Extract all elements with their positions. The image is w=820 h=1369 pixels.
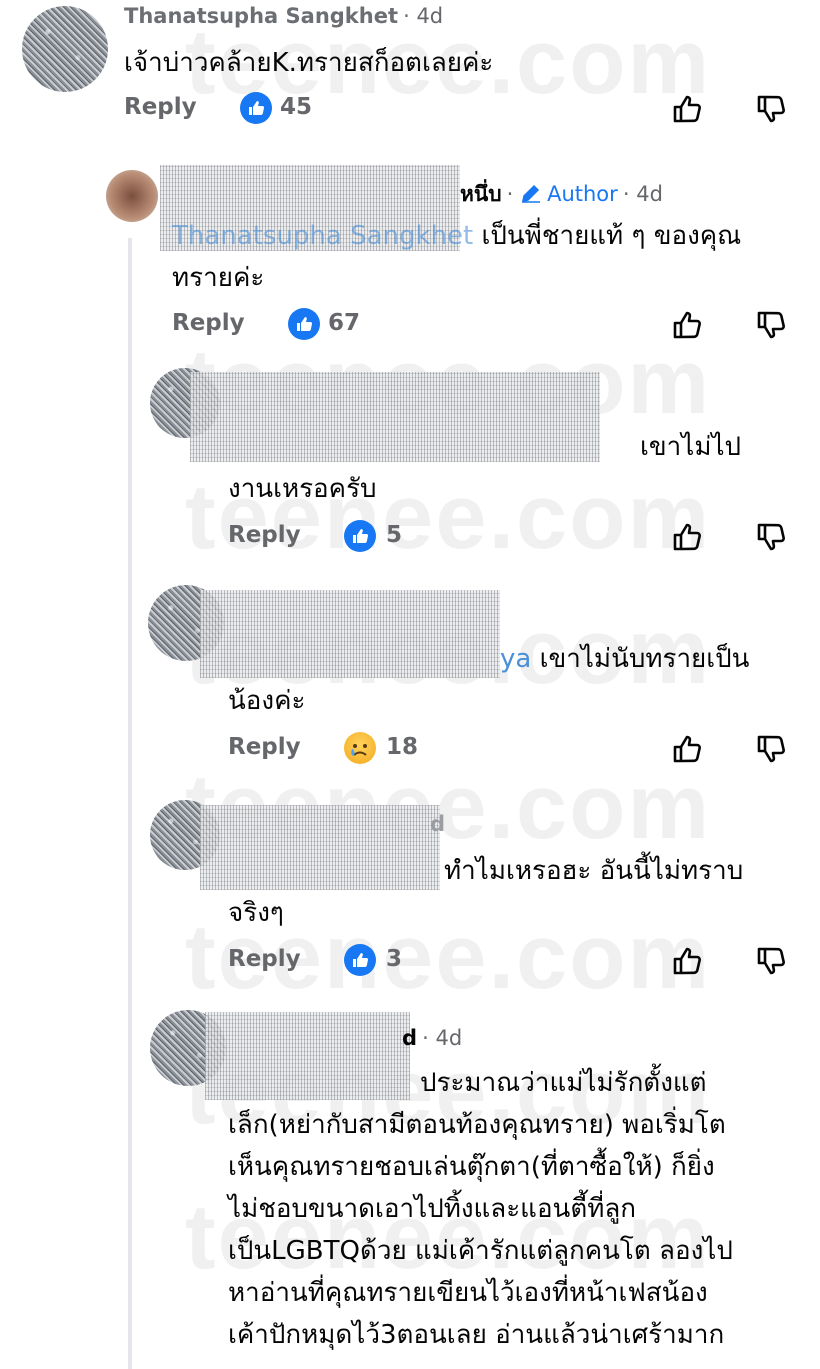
thumbs-up-icon	[240, 92, 272, 124]
reaction-count: 45	[280, 94, 313, 120]
downvote-icon[interactable]	[754, 92, 788, 126]
comment-text: เล็ก(หย่ากับสามีตอนท้องคุณทราย) พอเริ่มโ…	[228, 1110, 726, 1140]
thumbs-up-icon	[288, 308, 320, 340]
avatar[interactable]	[106, 170, 158, 222]
downvote-icon[interactable]	[754, 520, 788, 554]
comment-text: ไม่ชอบขนาดเอาไปทิ้งและแอนตี้ที่ลูก	[228, 1194, 637, 1224]
downvote-icon[interactable]	[754, 944, 788, 978]
thumbs-up-icon	[344, 520, 376, 552]
upvote-icon[interactable]	[670, 732, 704, 766]
reply-button[interactable]: Reply	[172, 310, 245, 336]
comment-author[interactable]: Thanatsupha Sangkhet	[124, 4, 398, 28]
reaction-count: 5	[386, 522, 403, 548]
comment-author[interactable]: หนึ่บ	[460, 182, 502, 206]
upvote-icon[interactable]	[670, 308, 704, 342]
comment-text: ya เขาไม่นับทรายเป็น	[500, 644, 750, 674]
comment-text: เค้าปักหมุดไว้3ตอนเลย อ่านแล้วน่าเศร้ามา…	[228, 1320, 725, 1350]
comment-text: เขาไม่ไป	[640, 432, 742, 462]
reaction-count: 3	[386, 946, 403, 972]
author-badge: Author	[547, 182, 618, 206]
thread-line	[128, 238, 132, 1369]
comment-header: Thanatsupha Sangkhet · 4d	[124, 4, 443, 28]
pencil-icon	[520, 182, 542, 204]
comment-text: เป็นLGBTQด้วย แม่เค้ารักแต่ลูกคนโต ลองไป	[228, 1236, 733, 1266]
downvote-icon[interactable]	[754, 732, 788, 766]
comment-header: d · 4d	[402, 1026, 463, 1050]
comment-text: Thanatsupha Sangkhet เป็นพี่ชายแท้ ๆ ของ…	[172, 221, 742, 251]
comment-text: น้องค่ะ	[228, 686, 306, 716]
redacted-name	[205, 1012, 410, 1100]
comment-text: ประมาณว่าแม่ไม่รักตั้งแต่	[420, 1068, 707, 1098]
reaction-count: 18	[386, 734, 419, 760]
downvote-icon[interactable]	[754, 308, 788, 342]
comment-text: เห็นคุณทรายชอบเล่นตุ๊กตา(ที่ตาซื้อให้) ก…	[228, 1152, 715, 1182]
mention-link[interactable]: Thanatsupha Sangkhet	[172, 221, 473, 251]
comment-header: หนึ่บ · Author · 4d	[460, 182, 663, 206]
reply-button[interactable]: Reply	[228, 734, 301, 760]
comment-text: ทำไมเหรอฮะ อันนี้ไม่ทราบ	[444, 856, 744, 886]
upvote-icon[interactable]	[670, 92, 704, 126]
comment-time: · 4d	[622, 182, 663, 206]
mention-link[interactable]: ya	[500, 644, 531, 674]
redacted-name	[190, 372, 600, 462]
redacted-name	[200, 805, 440, 890]
thumbs-up-icon	[344, 944, 376, 976]
comment-text: จริงๆ	[228, 898, 284, 928]
comment-author[interactable]: d	[402, 1026, 417, 1050]
comment-text: ทรายค่ะ	[172, 263, 265, 293]
comment-text: งานเหรอครับ	[228, 474, 377, 504]
redacted-name	[200, 590, 500, 678]
comment-author[interactable]: d	[430, 812, 445, 836]
comment-text: หาอ่านที่คุณทรายเขียนไว้เองที่หน้าเฟสน้อ…	[228, 1278, 708, 1308]
upvote-icon[interactable]	[670, 944, 704, 978]
reply-button[interactable]: Reply	[228, 946, 301, 972]
comment-time: 4d	[435, 1026, 463, 1050]
reaction-count: 67	[328, 310, 361, 336]
crying-face-icon	[344, 732, 376, 764]
upvote-icon[interactable]	[670, 520, 704, 554]
reply-button[interactable]: Reply	[124, 94, 197, 120]
comment-text: เจ้าบ่าวคล้ายK.ทรายสก็อตเลยค่ะ	[124, 48, 494, 78]
comment-time: · 4d	[403, 4, 444, 28]
avatar[interactable]	[22, 6, 108, 92]
reply-button[interactable]: Reply	[228, 522, 301, 548]
